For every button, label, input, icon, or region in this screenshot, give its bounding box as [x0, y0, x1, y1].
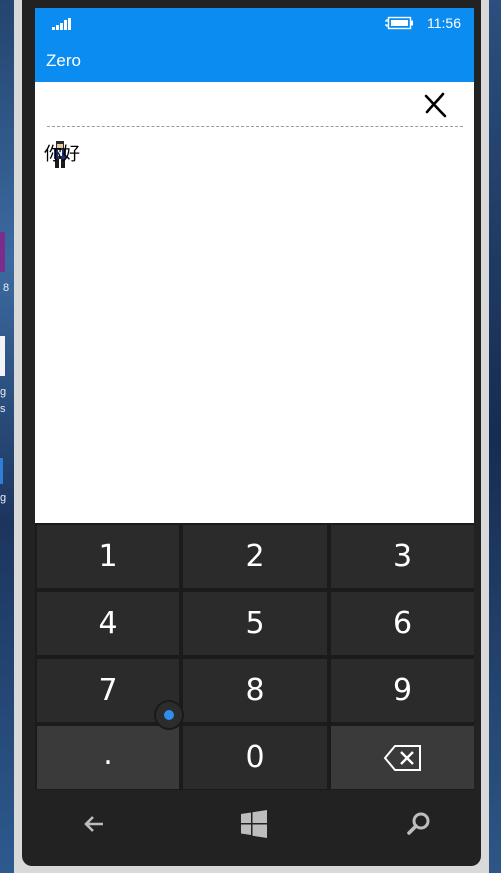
numeric-keypad: 1 2 3 4 5 6 7 8 9 . 0	[35, 523, 474, 790]
windows-logo-icon[interactable]	[238, 808, 270, 840]
clock-time: 11:56	[427, 15, 461, 31]
key-0[interactable]: 0	[183, 726, 327, 789]
status-bar: 11:56	[35, 8, 474, 40]
key-6[interactable]: 6	[331, 592, 474, 655]
desktop-background-right	[489, 0, 501, 873]
app-title-bar: Zero	[35, 40, 474, 82]
desktop-background-left: 8 g s g	[0, 0, 14, 873]
close-x-icon[interactable]	[421, 90, 449, 118]
key-4[interactable]: 4	[37, 592, 179, 655]
emulator-frame: 11:56 Zero 你好 1 2 3 4 5 6 7 8 9 . 0	[14, 0, 489, 873]
desktop-shortcut-icon[interactable]	[0, 336, 5, 376]
key-decimal[interactable]: .	[37, 726, 179, 789]
input-divider	[47, 126, 463, 127]
back-arrow-icon[interactable]	[78, 808, 110, 840]
backspace-button[interactable]	[331, 726, 474, 789]
phone-screen: 11:56 Zero 你好 1 2 3 4 5 6 7 8 9 . 0	[35, 8, 474, 790]
desktop-label: 8	[3, 282, 10, 294]
backspace-icon	[383, 744, 421, 771]
search-icon[interactable]	[402, 808, 434, 840]
key-1[interactable]: 1	[37, 525, 179, 588]
phone-body: 11:56 Zero 你好 1 2 3 4 5 6 7 8 9 . 0	[22, 0, 481, 866]
desktop-label: g	[0, 492, 7, 504]
signal-bars-icon	[52, 18, 71, 30]
key-5[interactable]: 5	[183, 592, 327, 655]
desktop-label: s	[0, 403, 6, 415]
desktop-label: g	[0, 386, 7, 398]
key-9[interactable]: 9	[331, 659, 474, 722]
display-area: 你好	[35, 82, 474, 523]
desktop-shortcut-icon[interactable]	[0, 458, 3, 484]
app-title: Zero	[46, 51, 81, 70]
key-8[interactable]: 8	[183, 659, 327, 722]
navigation-bar	[22, 790, 481, 866]
key-3[interactable]: 3	[331, 525, 474, 588]
desktop-shortcut-icon[interactable]	[0, 232, 5, 272]
touch-indicator	[156, 702, 182, 728]
result-display: 你好	[44, 138, 104, 170]
result-text: 你好	[44, 144, 80, 165]
battery-charging-icon	[385, 16, 413, 30]
key-2[interactable]: 2	[183, 525, 327, 588]
